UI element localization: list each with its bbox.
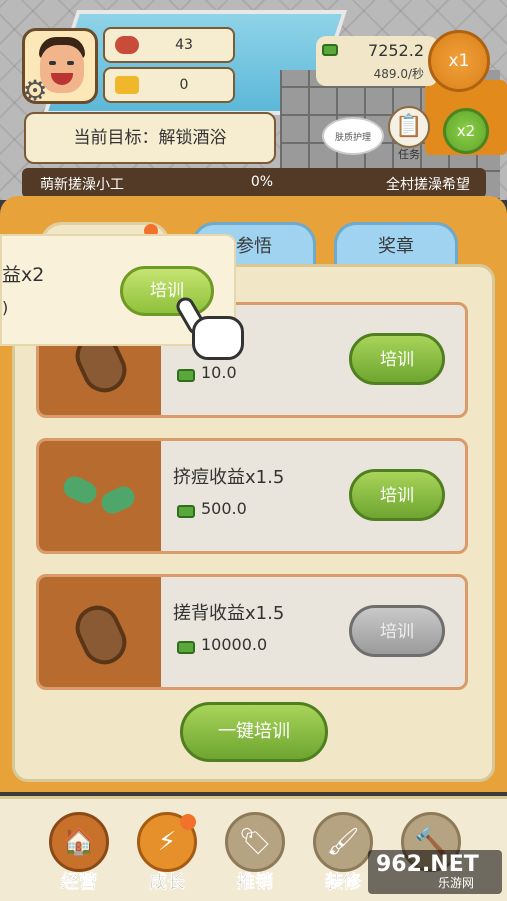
watermark-subtext: 乐游网 <box>438 876 475 890</box>
card-image <box>39 577 161 687</box>
cash-icon <box>177 369 195 382</box>
progress-right-label: 全村搓澡希望 <box>386 177 470 193</box>
money-rate: 489.0/秒 <box>373 67 424 81</box>
money-panel: 7252.2 489.0/秒 <box>316 36 438 86</box>
gloved-hands-icon <box>59 472 139 519</box>
cash-icon <box>322 44 338 56</box>
train-button[interactable]: 培训 <box>349 333 445 385</box>
training-card: 搓背收益x1.5 10000.0 培训 <box>36 574 468 690</box>
meat-resource: 43 <box>103 27 235 63</box>
speed-x2-button[interactable]: x2 <box>443 108 489 154</box>
notification-dot <box>180 814 196 830</box>
speed-x1-button[interactable]: x1 <box>428 30 490 92</box>
gear-icon[interactable]: ⚙ <box>20 76 50 106</box>
cash-icon <box>177 505 195 518</box>
current-goal[interactable]: 当前目标：解锁酒浴 <box>24 112 276 164</box>
card-cost: 500.0 <box>201 499 247 518</box>
card-image <box>39 441 161 551</box>
card-title: 搓背收益x1.5 <box>173 603 285 624</box>
money-amount: 7252.2 <box>368 41 424 60</box>
nav-sales[interactable]: 🏷 推销 <box>220 812 290 898</box>
cash-icon <box>177 641 195 654</box>
shop-icon: 🏠 <box>49 812 109 872</box>
progress-left-label: 萌新搓澡小工 <box>40 177 124 193</box>
nav-label: 推销 <box>237 872 274 894</box>
speech-bubble: 肤质护理 <box>322 117 384 155</box>
train-button-disabled[interactable]: 培训 <box>349 605 445 657</box>
nav-business[interactable]: 🏠 经营 <box>44 812 114 898</box>
train-all-button[interactable]: 一键培训 <box>180 702 328 762</box>
pointing-hand-icon <box>173 290 248 364</box>
popup-title: 益x2 <box>2 264 45 286</box>
level-progress-bar: 萌新搓澡小工 0% 全村搓澡希望 <box>22 168 486 198</box>
task-button[interactable]: 📋 任务 <box>385 106 433 164</box>
paint-roller-icon: 🖌 <box>313 812 373 872</box>
card-cost: 10.0 <box>201 363 237 382</box>
progress-percent: 0% <box>250 174 274 190</box>
watermark-logo: 962.NET 乐游网 <box>368 850 502 894</box>
clipboard-icon: 📋 <box>388 106 430 148</box>
tag-icon: 🏷 <box>225 812 285 872</box>
nav-label: 经营 <box>61 872 98 894</box>
gold-count: 0 <box>179 77 189 93</box>
card-title: 挤痘收益x1.5 <box>173 467 285 488</box>
meat-count: 43 <box>175 37 193 53</box>
card-cost: 10000.0 <box>201 635 268 654</box>
nav-label: 成长 <box>149 872 186 894</box>
brush-icon <box>68 598 134 672</box>
train-button[interactable]: 培训 <box>349 469 445 521</box>
popup-cost: ) <box>2 298 9 317</box>
meat-icon <box>115 36 139 54</box>
task-label: 任务 <box>398 148 420 161</box>
gold-resource: 0 <box>103 67 235 103</box>
training-card: 挤痘收益x1.5 500.0 培训 <box>36 438 468 554</box>
gold-bar-icon <box>115 76 139 94</box>
